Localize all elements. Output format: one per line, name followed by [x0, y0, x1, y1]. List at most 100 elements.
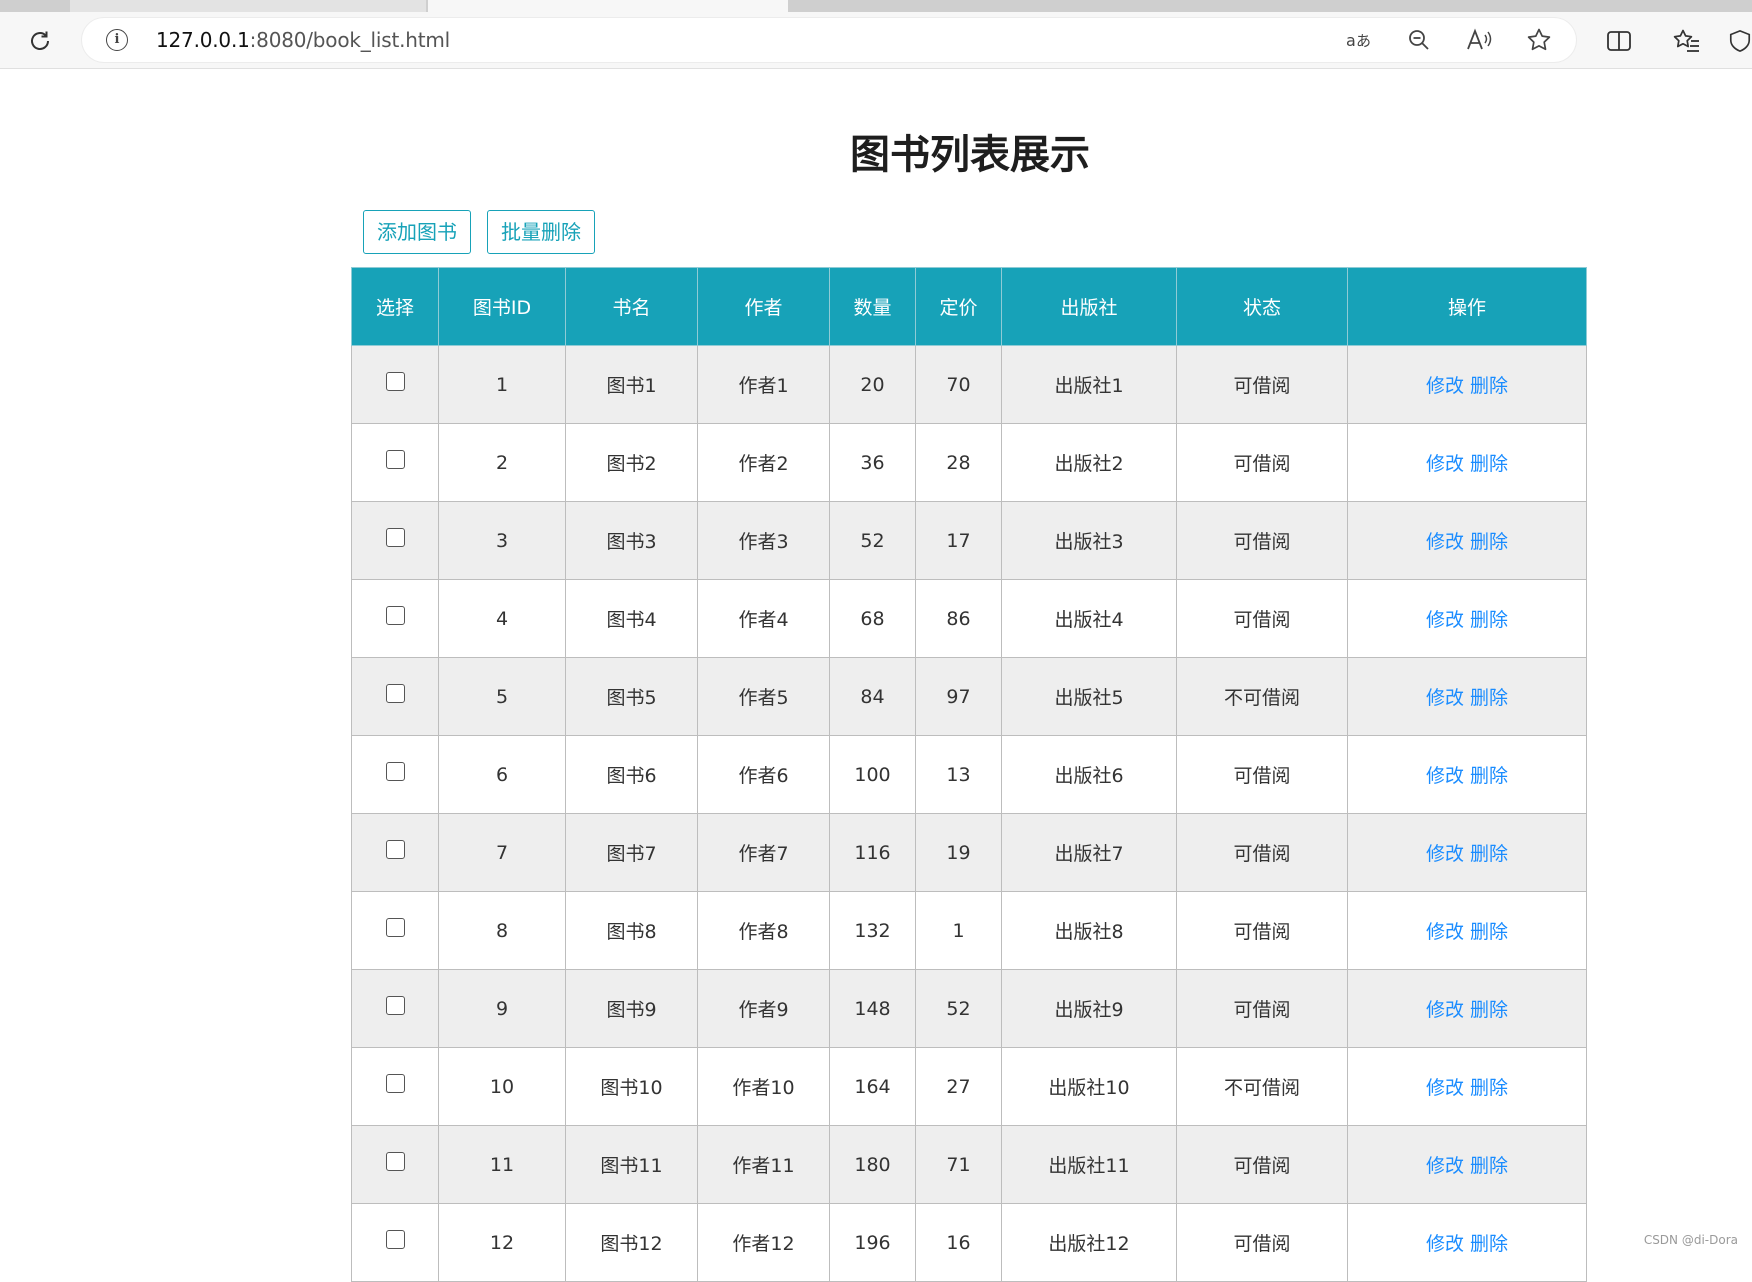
cell-status: 可借阅: [1176, 813, 1348, 892]
cell-publisher: 出版社8: [1001, 891, 1177, 970]
delete-link[interactable]: 删除: [1470, 1155, 1508, 1177]
delete-link[interactable]: 删除: [1470, 921, 1508, 943]
edit-link[interactable]: 修改: [1426, 609, 1464, 631]
add-book-button[interactable]: 添加图书: [363, 210, 471, 254]
row-checkbox[interactable]: [385, 1151, 405, 1171]
edit-link[interactable]: 修改: [1426, 1077, 1464, 1099]
cell-actions: 修改 删除: [1347, 813, 1587, 892]
cell-count: 132: [829, 891, 916, 970]
refresh-icon[interactable]: [23, 24, 57, 58]
cell-author: 作者9: [697, 969, 830, 1048]
cell-price: 52: [915, 969, 1002, 1048]
browser-tab[interactable]: [70, 0, 426, 12]
delete-link[interactable]: 删除: [1470, 375, 1508, 397]
row-checkbox[interactable]: [385, 1073, 405, 1093]
cell-select: [351, 579, 439, 658]
edit-link[interactable]: 修改: [1426, 1233, 1464, 1255]
cell-publisher: 出版社12: [1001, 1203, 1177, 1282]
row-checkbox[interactable]: [385, 527, 405, 547]
cell-author: 作者2: [697, 423, 830, 502]
svg-text:a: a: [1346, 31, 1356, 50]
favorites-list-icon[interactable]: [1670, 24, 1704, 58]
batch-delete-button[interactable]: 批量删除: [487, 210, 595, 254]
cell-author: 作者10: [697, 1047, 830, 1126]
cell-status: 可借阅: [1176, 735, 1348, 814]
edit-link[interactable]: 修改: [1426, 531, 1464, 553]
cell-book-name: 图书12: [565, 1203, 698, 1282]
header-author: 作者: [697, 267, 830, 346]
delete-link[interactable]: 删除: [1470, 1077, 1508, 1099]
split-screen-icon[interactable]: [1602, 24, 1636, 58]
edit-link[interactable]: 修改: [1426, 765, 1464, 787]
cell-status: 可借阅: [1176, 423, 1348, 502]
table-row: 4 图书4 作者4 68 86 出版社4 可借阅 修改 删除: [351, 579, 1587, 658]
cell-price: 70: [915, 345, 1002, 424]
cell-status: 可借阅: [1176, 1125, 1348, 1204]
header-status: 状态: [1176, 267, 1348, 346]
cell-book-id: 5: [438, 657, 566, 736]
delete-link[interactable]: 删除: [1470, 531, 1508, 553]
zoom-out-icon[interactable]: [1402, 23, 1436, 57]
delete-link[interactable]: 删除: [1470, 453, 1508, 475]
cell-book-name: 图书10: [565, 1047, 698, 1126]
cell-author: 作者5: [697, 657, 830, 736]
delete-link[interactable]: 删除: [1470, 609, 1508, 631]
delete-link[interactable]: 删除: [1470, 999, 1508, 1021]
delete-link[interactable]: 删除: [1470, 765, 1508, 787]
edit-link[interactable]: 修改: [1426, 921, 1464, 943]
edit-link[interactable]: 修改: [1426, 1155, 1464, 1177]
row-checkbox[interactable]: [385, 449, 405, 469]
cell-book-name: 图书7: [565, 813, 698, 892]
cell-actions: 修改 删除: [1347, 501, 1587, 580]
cell-count: 196: [829, 1203, 916, 1282]
cell-count: 68: [829, 579, 916, 658]
shield-icon[interactable]: [1728, 24, 1752, 58]
table-row: 10 图书10 作者10 164 27 出版社10 不可借阅 修改 删除: [351, 1047, 1587, 1126]
row-checkbox[interactable]: [385, 371, 405, 391]
cell-publisher: 出版社10: [1001, 1047, 1177, 1126]
row-checkbox[interactable]: [385, 917, 405, 937]
cell-actions: 修改 删除: [1347, 1125, 1587, 1204]
row-checkbox[interactable]: [385, 605, 405, 625]
edit-link[interactable]: 修改: [1426, 843, 1464, 865]
delete-link[interactable]: 删除: [1470, 1233, 1508, 1255]
address-bar[interactable]: i 127.0.0.1:8080/book_list.html aあ: [82, 18, 1576, 62]
delete-link[interactable]: 删除: [1470, 843, 1508, 865]
cell-price: 97: [915, 657, 1002, 736]
delete-link[interactable]: 删除: [1470, 687, 1508, 709]
translate-icon[interactable]: aあ: [1342, 23, 1376, 57]
url-text[interactable]: 127.0.0.1:8080/book_list.html: [156, 18, 450, 62]
row-checkbox[interactable]: [385, 995, 405, 1015]
cell-author: 作者6: [697, 735, 830, 814]
info-icon[interactable]: i: [106, 29, 128, 51]
browser-tab-active[interactable]: [428, 0, 788, 12]
favorite-star-icon[interactable]: [1522, 23, 1556, 57]
row-checkbox[interactable]: [385, 761, 405, 781]
row-checkbox[interactable]: [385, 839, 405, 859]
header-publisher: 出版社: [1001, 267, 1177, 346]
cell-price: 71: [915, 1125, 1002, 1204]
cell-count: 148: [829, 969, 916, 1048]
cell-count: 36: [829, 423, 916, 502]
cell-count: 116: [829, 813, 916, 892]
cell-price: 13: [915, 735, 1002, 814]
row-checkbox[interactable]: [385, 1229, 405, 1249]
edit-link[interactable]: 修改: [1426, 999, 1464, 1021]
table-row: 2 图书2 作者2 36 28 出版社2 可借阅 修改 删除: [351, 423, 1587, 502]
cell-status: 可借阅: [1176, 579, 1348, 658]
header-actions: 操作: [1347, 267, 1587, 346]
row-checkbox[interactable]: [385, 683, 405, 703]
cell-status: 可借阅: [1176, 891, 1348, 970]
cell-select: [351, 1203, 439, 1282]
cell-book-name: 图书3: [565, 501, 698, 580]
edit-link[interactable]: 修改: [1426, 687, 1464, 709]
edit-link[interactable]: 修改: [1426, 453, 1464, 475]
edit-link[interactable]: 修改: [1426, 375, 1464, 397]
cell-select: [351, 969, 439, 1048]
cell-author: 作者1: [697, 345, 830, 424]
cell-actions: 修改 删除: [1347, 657, 1587, 736]
cell-author: 作者7: [697, 813, 830, 892]
read-aloud-icon[interactable]: [1462, 23, 1496, 57]
cell-actions: 修改 删除: [1347, 345, 1587, 424]
header-book-name: 书名: [565, 267, 698, 346]
